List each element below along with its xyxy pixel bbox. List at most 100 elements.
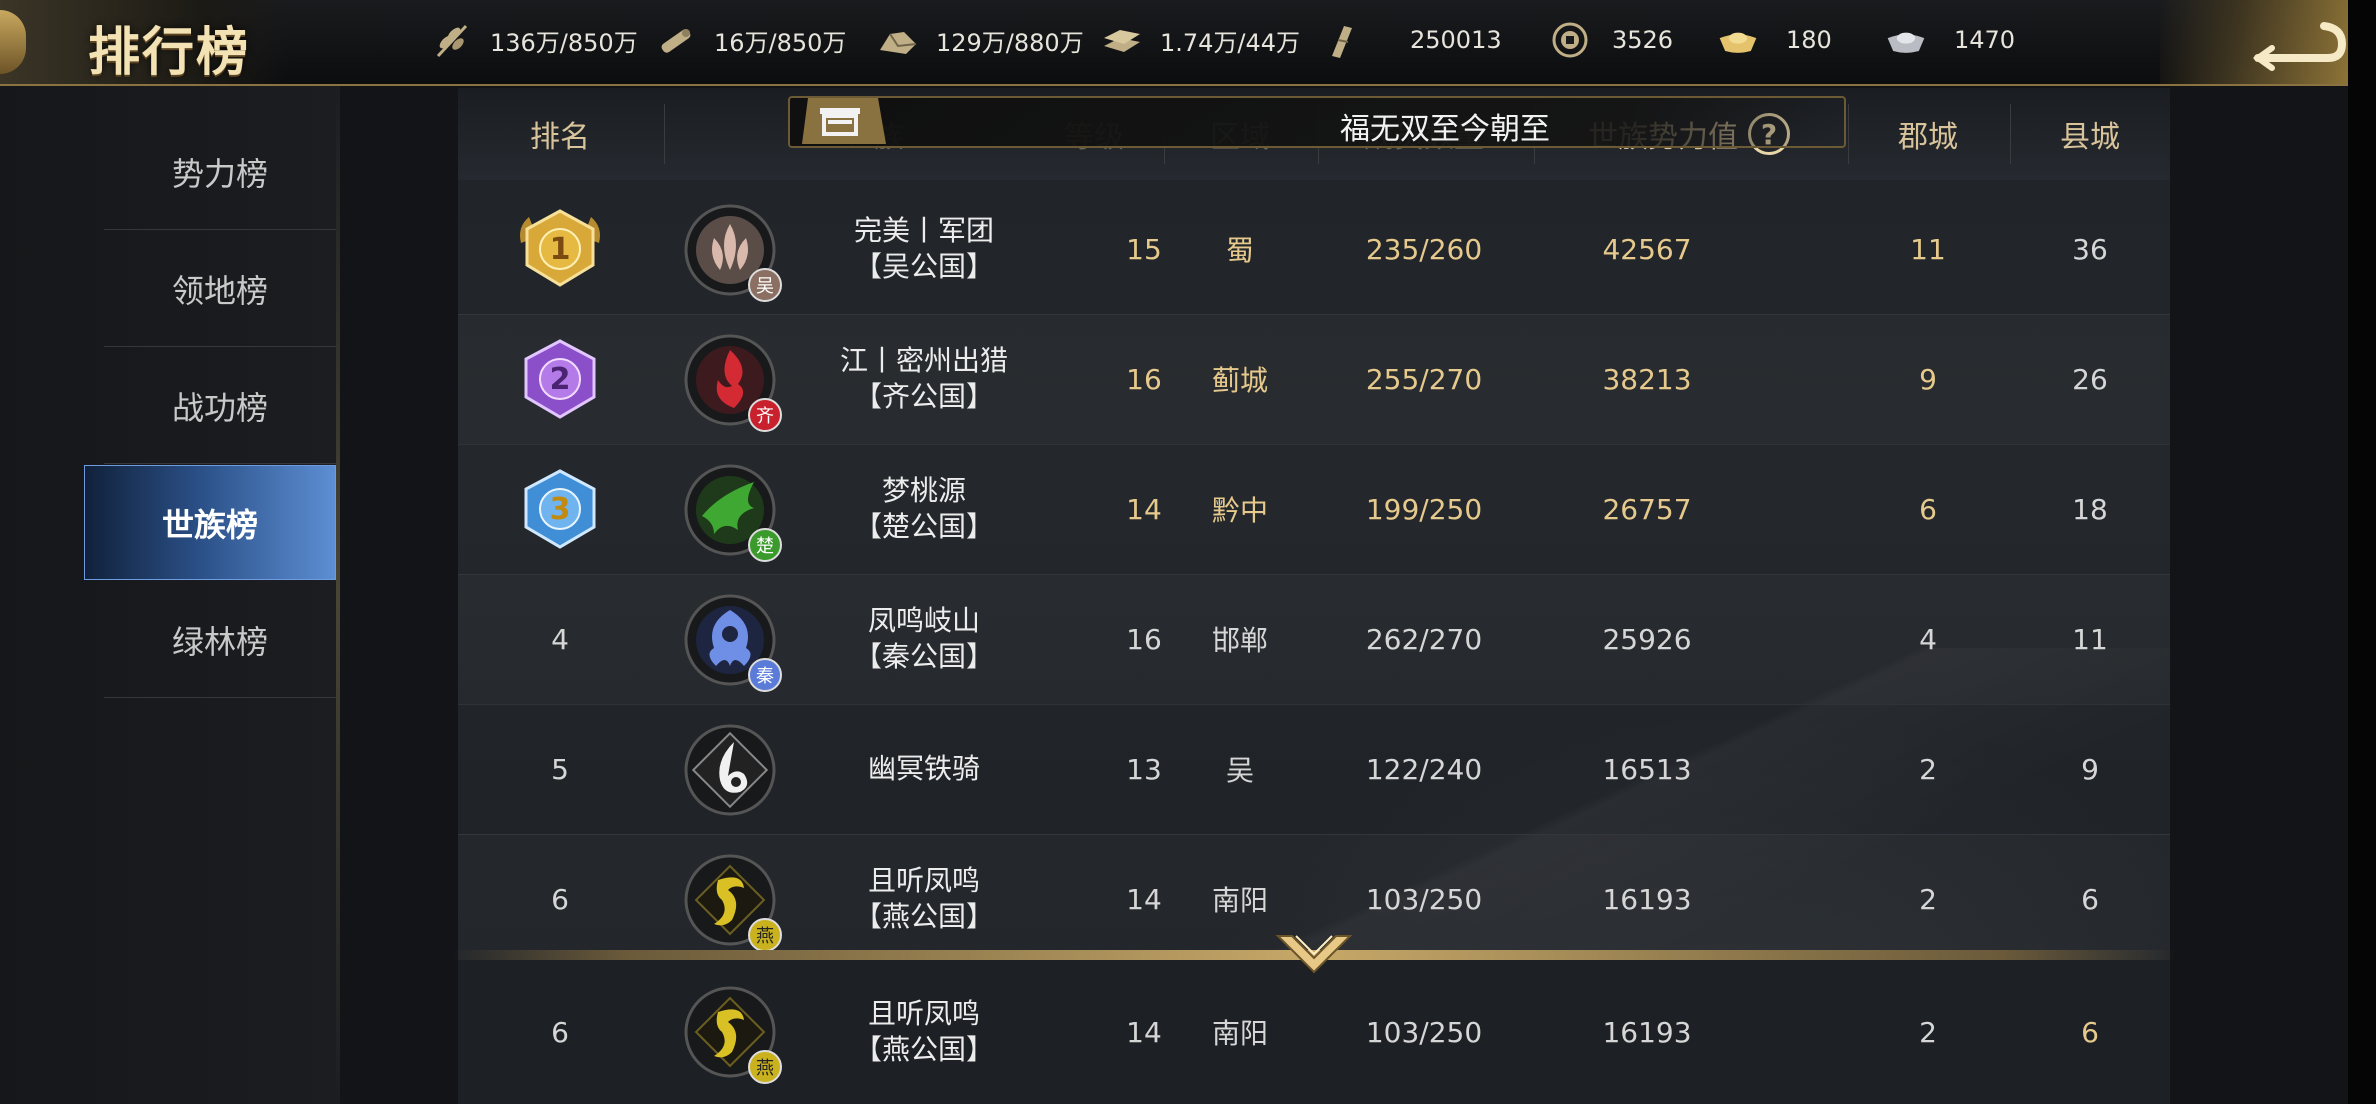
clan-state: 【秦公国】 [853, 640, 994, 673]
rank-cell: 6 [551, 1015, 569, 1049]
prefecture-cell: 6 [1919, 492, 1937, 526]
clan-state: 【燕公国】 [853, 1033, 994, 1066]
table-row[interactable]: 4 秦 凤鸣岐山 【秦公国】 16 邯郸 262/270 25926 4 11 [458, 574, 2170, 705]
svg-text:2: 2 [550, 362, 571, 397]
decree-icon [1320, 18, 1364, 62]
rank-cell: 3 [458, 444, 662, 574]
gold-ingot-icon [1716, 18, 1760, 62]
region-cell: 吴 [1225, 754, 1254, 787]
members-cell: 122/240 [1365, 752, 1483, 786]
resource-copper: 3526 [1548, 18, 1673, 62]
resource-gold: 180 [1716, 18, 1832, 62]
svg-text:3: 3 [550, 492, 571, 527]
table-row[interactable]: 2 齐 江丨密州出猎 【齐公国】 16 蓟城 255/270 38213 9 2… [458, 314, 2170, 445]
ranking-panel: 排名 世族 等级 区域 成员数量 世族势力值 ? 郡城 县城 福无双至今朝至 [452, 88, 2176, 1104]
purple-medal-icon: 2 [524, 339, 596, 419]
gold-medal-icon: 1 [520, 209, 600, 287]
sidebar-item-label: 世族榜 [161, 505, 258, 544]
sidebar-item-merit-rank[interactable]: 战功榜 [104, 348, 336, 464]
broadcast-banner: 福无双至今朝至 [788, 96, 1846, 148]
power-cell: 26757 [1602, 492, 1692, 526]
resource-decree: 250013 [1320, 18, 1502, 62]
clan-name: 幽冥铁骑 [867, 752, 980, 785]
iron-icon [1100, 18, 1144, 62]
resource-silver-value: 1470 [1954, 26, 2016, 54]
broadcast-text: 福无双至今朝至 [1340, 112, 1550, 147]
scroll-down-arrow-icon[interactable] [1274, 930, 1354, 978]
prefecture-cell: 9 [1919, 362, 1937, 396]
members-cell: 103/250 [1365, 1015, 1483, 1049]
clan-name-cell: 幽冥铁骑 [784, 704, 1064, 834]
page-title: 排行榜 [88, 22, 251, 83]
clan-name: 梦桃源 [881, 474, 966, 507]
prefecture-cell: 2 [1919, 752, 1937, 786]
horn-icon [802, 98, 886, 144]
sidebar-divider [336, 86, 340, 1104]
resource-wood-value: 16万/850万 [714, 28, 847, 57]
power-cell: 16193 [1602, 882, 1692, 916]
clan-name-cell: 梦桃源 【楚公国】 [784, 444, 1064, 574]
clan-emblem: 齐 [684, 334, 782, 432]
svg-text:1: 1 [550, 232, 571, 267]
county-cell: 11 [2072, 622, 2108, 656]
state-badge: 齐 [748, 398, 782, 432]
state-badge: 燕 [748, 1050, 782, 1084]
county-cell: 6 [2081, 882, 2099, 916]
header-rank: 排名 [530, 120, 590, 155]
region-cell: 蜀 [1225, 234, 1254, 267]
clan-name-cell: 凤鸣岐山 【秦公国】 [784, 574, 1064, 704]
state-badge: 燕 [748, 918, 782, 952]
stone-icon [876, 18, 920, 62]
resource-iron-value: 1.74万/44万 [1160, 28, 1301, 57]
clan-name: 凤鸣岐山 [867, 604, 980, 637]
clan-emblem [684, 724, 776, 816]
sidebar-item-territory-rank[interactable]: 领地榜 [104, 231, 336, 347]
region-cell: 黔中 [1211, 494, 1268, 527]
members-cell: 255/270 [1365, 362, 1483, 396]
resource-copper-value: 3526 [1612, 26, 1674, 54]
county-cell: 6 [2081, 1015, 2099, 1049]
clan-name: 且听凤鸣 [867, 864, 980, 897]
clan-emblem: 燕 [684, 854, 782, 952]
region-cell: 蓟城 [1211, 364, 1268, 397]
clan-name: 完美丨军团 [853, 214, 994, 247]
resource-silver: 1470 [1884, 18, 2015, 62]
county-cell: 26 [2072, 362, 2108, 396]
back-button[interactable] [2160, 0, 2348, 84]
my-clan-row[interactable]: 6 燕 且听凤鸣 【燕公国】 14 南阳 103/250 16193 2 6 [458, 960, 2170, 1104]
resource-grain: 136万/850万 [430, 18, 638, 62]
resource-stone: 129万/880万 [876, 18, 1084, 62]
power-cell: 16513 [1602, 752, 1692, 786]
sidebar-item-clan-rank[interactable]: 世族榜 [84, 465, 336, 580]
header-prefecture: 郡城 [1898, 120, 1958, 155]
clan-name: 且听凤鸣 [867, 997, 980, 1030]
clan-state: 【楚公国】 [853, 510, 994, 543]
sidebar-item-outlaw-rank[interactable]: 绿林榜 [104, 582, 336, 698]
clan-emblem: 秦 [684, 594, 782, 692]
rank-cell: 2 [458, 314, 662, 444]
resource-gold-value: 180 [1786, 26, 1832, 54]
members-cell: 235/260 [1365, 232, 1483, 266]
table-row[interactable]: 1 吴 完美丨军团 【吴公国】 15 蜀 235/260 42567 11 36 [458, 184, 2170, 315]
sidebar-item-label: 绿林榜 [171, 622, 268, 661]
title-plate: 排行榜 [0, 0, 290, 84]
clan-name: 江丨密州出猎 [839, 344, 1008, 377]
clan-name-cell: 江丨密州出猎 【齐公国】 [784, 314, 1064, 444]
table-row[interactable]: 5 幽冥铁骑 13 吴 122/240 16513 2 9 [458, 704, 2170, 835]
sidebar-item-power-rank[interactable]: 势力榜 [104, 114, 336, 230]
members-cell: 262/270 [1365, 622, 1483, 656]
table-row[interactable]: 3 楚 梦桃源 【楚公国】 14 黔中 199/250 26757 6 18 [458, 444, 2170, 575]
prefecture-cell: 2 [1919, 1015, 1937, 1049]
silver-ingot-icon [1884, 18, 1928, 62]
power-cell: 38213 [1602, 362, 1692, 396]
county-cell: 36 [2072, 232, 2108, 266]
clan-emblem: 吴 [684, 204, 782, 302]
prefecture-cell: 4 [1919, 622, 1937, 656]
clan-state: 【吴公国】 [853, 250, 994, 283]
resource-stone-value: 129万/880万 [936, 28, 1084, 57]
state-badge: 秦 [748, 658, 782, 692]
state-badge: 吴 [748, 268, 782, 302]
rank-cell: 1 [458, 184, 662, 314]
clan-emblem: 楚 [684, 464, 782, 562]
rank-cell: 5 [551, 752, 569, 786]
